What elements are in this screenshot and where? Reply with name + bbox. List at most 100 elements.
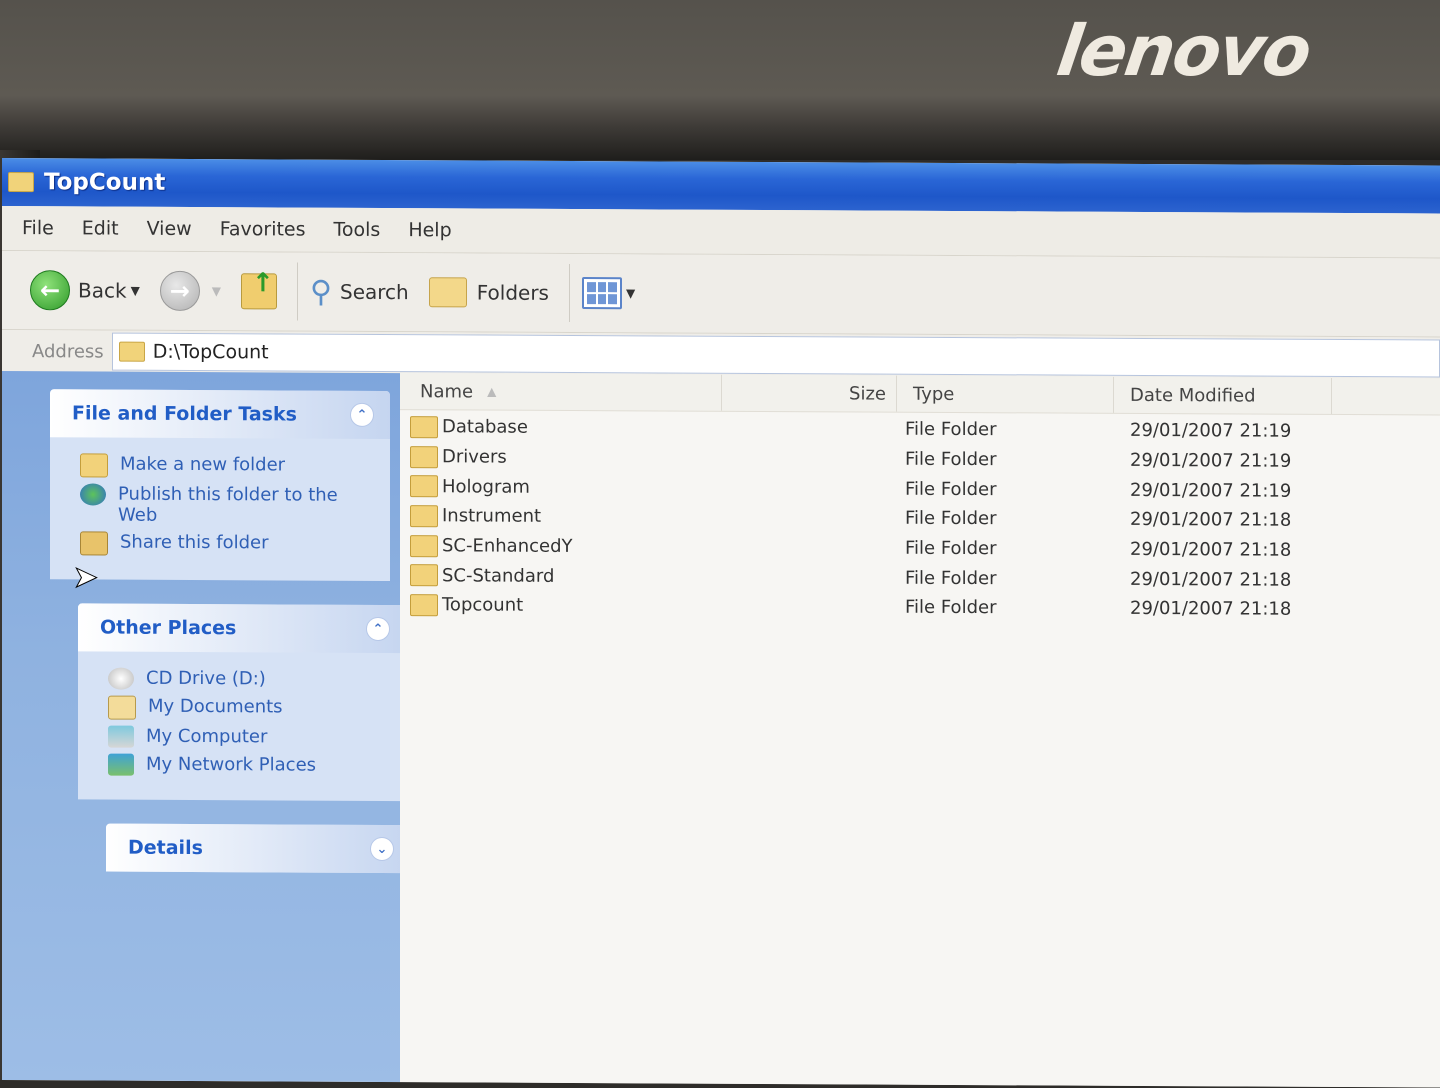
menu-file[interactable]: File — [22, 217, 54, 239]
explorer-window: TopCount File Edit View Favorites Tools … — [2, 158, 1440, 1088]
file-name: Drivers — [442, 446, 507, 468]
search-label: Search — [340, 279, 409, 305]
forward-dropdown-icon[interactable]: ▼ — [212, 284, 221, 298]
file-name: SC-Standard — [442, 565, 555, 587]
place-my-computer[interactable]: My Computer — [108, 725, 390, 749]
place-label: CD Drive (D:) — [146, 667, 266, 690]
back-dropdown-icon[interactable]: ▼ — [131, 284, 140, 298]
file-name: SC-EnhancedY — [442, 535, 573, 558]
network-places-icon — [108, 753, 134, 776]
place-label: My Computer — [146, 725, 268, 748]
file-date: 29/01/2007 21:19 — [1130, 479, 1292, 502]
content-area: File and Folder Tasks ⌃ Make a new folde… — [2, 371, 1440, 1088]
menu-favorites[interactable]: Favorites — [220, 218, 306, 240]
menu-tools[interactable]: Tools — [334, 219, 381, 241]
menu-help[interactable]: Help — [408, 219, 451, 241]
panel-header[interactable]: Other Places ⌃ — [78, 603, 406, 654]
task-make-new-folder[interactable]: Make a new folder — [80, 453, 374, 479]
address-label: Address — [32, 340, 104, 363]
file-type: File Folder — [905, 419, 997, 441]
file-date: 29/01/2007 21:18 — [1130, 509, 1292, 532]
column-headers: Name ▲ Size Type Date Modified — [400, 373, 1440, 416]
folders-label: Folders — [476, 280, 549, 305]
sort-ascending-icon: ▲ — [487, 384, 497, 399]
collapse-icon[interactable]: ⌃ — [366, 616, 390, 642]
folder-icon — [410, 534, 438, 557]
file-type: File Folder — [905, 508, 997, 530]
panel-header[interactable]: Details ⌄ — [106, 823, 410, 874]
monitor-bezel: lenovo — [0, 0, 1440, 160]
views-icon — [581, 277, 622, 310]
folder-icon — [118, 341, 145, 362]
file-name: Database — [442, 416, 528, 439]
task-share-folder[interactable]: Share this folder — [80, 531, 374, 557]
column-date-modified[interactable]: Date Modified — [1114, 376, 1332, 414]
collapse-icon[interactable]: ⌃ — [350, 402, 374, 427]
lenovo-logo: lenovo — [1052, 10, 1315, 92]
file-type: File Folder — [905, 537, 997, 560]
menu-view[interactable]: View — [147, 218, 192, 240]
other-places-panel: Other Places ⌃ CD Drive (D:) My Document… — [78, 603, 406, 802]
column-label: Size — [849, 382, 886, 405]
back-button[interactable]: ← Back ▼ — [30, 270, 140, 311]
column-type[interactable]: Type — [897, 375, 1114, 413]
file-folder-tasks-panel: File and Folder Tasks ⌃ Make a new folde… — [50, 389, 390, 582]
column-label: Date Modified — [1130, 384, 1256, 407]
up-folder-icon — [241, 273, 278, 310]
share-folder-icon — [80, 531, 108, 556]
mouse-pointer-icon: ➤ — [72, 560, 99, 596]
task-publish-to-web[interactable]: Publish this folder to the Web — [80, 483, 374, 527]
task-label: Publish this folder to the Web — [118, 483, 338, 526]
panel-title: File and Folder Tasks — [72, 402, 297, 426]
my-documents-icon — [108, 695, 136, 720]
toolbar-separator — [297, 262, 299, 321]
address-value: D:\TopCount — [152, 340, 269, 364]
file-name: Instrument — [442, 505, 542, 528]
search-icon: ⚲ — [310, 274, 333, 310]
forward-arrow-icon: → — [159, 270, 200, 312]
toolbar: ← Back ▼ → ▼ ⚲ Search Folders ▼ — [2, 251, 1440, 338]
folder-icon — [410, 475, 438, 498]
place-label: My Network Places — [146, 753, 317, 776]
file-date: 29/01/2007 21:18 — [1130, 598, 1292, 621]
task-pane: File and Folder Tasks ⌃ Make a new folde… — [2, 371, 410, 1083]
place-my-documents[interactable]: My Documents — [108, 695, 390, 721]
file-row[interactable]: Topcount File Folder 29/01/2007 21:18 — [400, 590, 1440, 625]
folder-icon — [410, 564, 438, 587]
task-label: Share this folder — [120, 531, 269, 554]
search-button[interactable]: ⚲ Search — [310, 274, 409, 310]
new-folder-icon — [80, 453, 108, 478]
file-date: 29/01/2007 21:19 — [1130, 420, 1292, 443]
address-input[interactable]: D:\TopCount — [111, 332, 1440, 378]
folders-button[interactable]: Folders — [428, 277, 549, 308]
panel-header[interactable]: File and Folder Tasks ⌃ — [50, 389, 390, 440]
folder-icon — [410, 505, 438, 528]
forward-button[interactable]: → ▼ — [159, 270, 221, 312]
file-list: Name ▲ Size Type Date Modified Database Fi… — [400, 373, 1440, 1088]
column-label: Name — [420, 380, 474, 402]
my-computer-icon — [108, 725, 134, 748]
window-title: TopCount — [44, 169, 166, 196]
column-size[interactable]: Size — [722, 374, 897, 412]
file-name: Hologram — [442, 476, 530, 498]
back-arrow-icon: ← — [30, 270, 70, 311]
file-name: Topcount — [442, 594, 524, 617]
file-date: 29/01/2007 21:18 — [1130, 568, 1292, 591]
folder-icon — [410, 415, 438, 439]
menu-edit[interactable]: Edit — [82, 217, 119, 239]
folder-icon — [8, 172, 34, 193]
folders-icon — [428, 277, 467, 308]
place-my-network[interactable]: My Network Places — [108, 753, 390, 777]
toolbar-separator — [568, 263, 570, 322]
title-bar[interactable]: TopCount — [2, 158, 1440, 214]
globe-icon — [80, 483, 106, 506]
views-dropdown-icon[interactable]: ▼ — [626, 286, 635, 300]
panel-title: Other Places — [100, 616, 237, 640]
views-button[interactable]: ▼ — [581, 277, 635, 310]
column-name[interactable]: Name ▲ — [400, 373, 722, 411]
file-date: 29/01/2007 21:18 — [1130, 539, 1292, 561]
file-type: File Folder — [905, 448, 997, 471]
place-cd-drive[interactable]: CD Drive (D:) — [108, 667, 390, 691]
expand-icon[interactable]: ⌄ — [370, 836, 394, 862]
up-folder-button[interactable] — [241, 273, 278, 310]
